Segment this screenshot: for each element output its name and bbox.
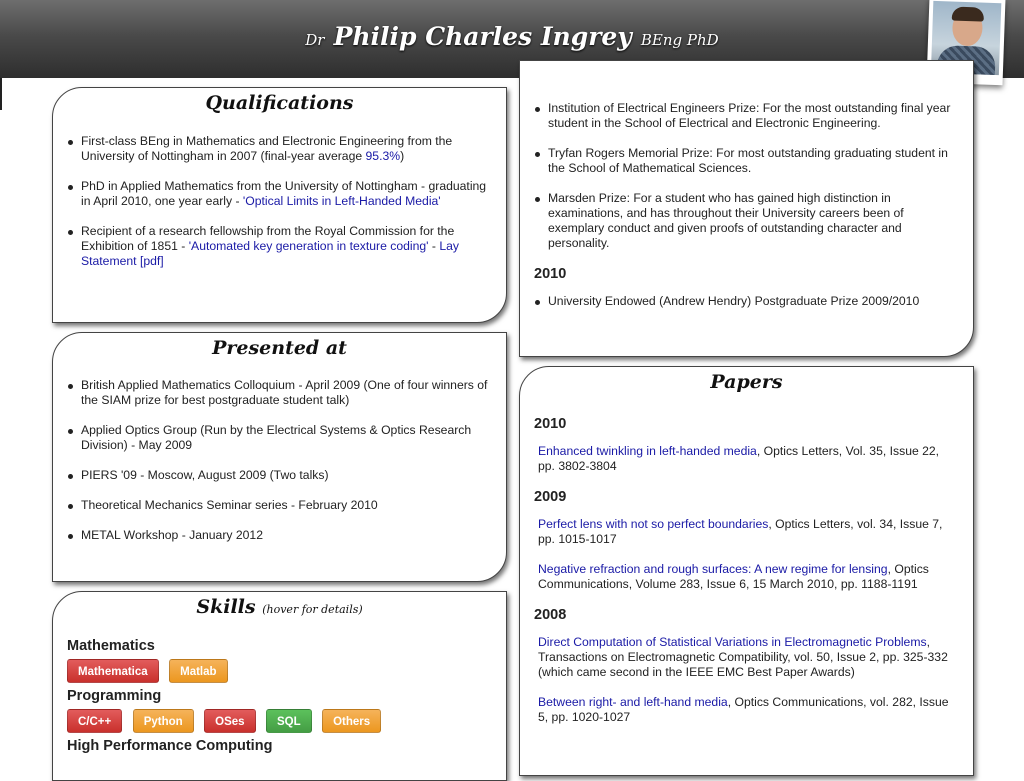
left-edge-strip [0,78,2,110]
skill-badge-sql[interactable]: SQL [266,709,312,733]
papers-card: Papers 2010 Enhanced twinkling in left-h… [519,366,974,776]
average-link[interactable]: 95.3% [366,149,401,163]
fellowship-link[interactable]: 'Automated key generation in texture cod… [189,239,429,253]
list-item: PIERS '09 - Moscow, August 2009 (Two tal… [67,468,492,483]
list-item: British Applied Mathematics Colloquium -… [67,378,492,408]
papers-title: Papers [710,371,783,393]
title-suffix: BEng PhD [640,31,719,49]
list-item: Recipient of a research fellowship from … [67,224,492,269]
skills-card: Skills (hover for details) Mathematics M… [52,591,507,781]
list-item: Applied Optics Group (Run by the Electri… [67,423,492,453]
paper-entry: Perfect lens with not so perfect boundar… [538,517,943,546]
skill-badge-matlab[interactable]: Matlab [169,659,228,683]
skill-category: Programming [67,688,162,704]
skill-badges: C/C++ Python OSes SQL Others [67,709,492,733]
list-item: Institution of Electrical Engineers Priz… [534,101,959,131]
paper-link[interactable]: Negative refraction and rough surfaces: … [538,562,888,576]
qualifications-card: Qualifications First-class BEng in Mathe… [52,87,507,323]
paper-entry: Negative refraction and rough surfaces: … [538,562,929,591]
prizes-card: Institution of Electrical Engineers Priz… [519,60,974,357]
title-name: Philip Charles Ingrey [333,22,632,51]
list-item: First-class BEng in Mathematics and Elec… [67,134,492,164]
skill-badges: Mathematica Matlab [67,659,492,683]
title-prefix: Dr [305,31,325,49]
prize-year: 2010 [534,266,567,282]
paper-year: 2008 [534,607,567,623]
paper-link[interactable]: Between right- and left-hand media [538,695,728,709]
list-item: University Endowed (Andrew Hendry) Postg… [534,294,959,309]
paper-year: 2009 [534,489,567,505]
skill-badge-cpp[interactable]: C/C++ [67,709,123,733]
skill-badge-others[interactable]: Others [322,709,382,733]
presented-title: Presented at [212,337,347,359]
paper-entry: Direct Computation of Statistical Variat… [538,635,948,679]
paper-link[interactable]: Enhanced twinkling in left-handed media [538,444,757,458]
skill-badge-mathematica[interactable]: Mathematica [67,659,159,683]
page-title: Dr Philip Charles Ingrey BEng PhD [0,22,1024,51]
list-item: METAL Workshop - January 2012 [67,528,492,543]
skill-category: High Performance Computing [67,738,273,754]
list-item: Marsden Prize: For a student who has gai… [534,191,959,251]
list-item: Tryfan Rogers Memorial Prize: For most o… [534,146,959,176]
skill-badge-oses[interactable]: OSes [204,709,256,733]
list-item: Theoretical Mechanics Seminar series - F… [67,498,492,513]
paper-year: 2010 [534,416,567,432]
thesis-link[interactable]: 'Optical Limits in Left-Handed Media' [243,194,441,208]
skill-badge-python[interactable]: Python [132,709,194,733]
paper-entry: Between right- and left-hand media, Opti… [538,695,949,724]
qualifications-title: Qualifications [205,92,354,114]
paper-link[interactable]: Perfect lens with not so perfect boundar… [538,517,768,531]
skills-title: Skills (hover for details) [196,596,363,618]
list-item: PhD in Applied Mathematics from the Univ… [67,179,492,209]
skills-subtitle: (hover for details) [262,603,363,616]
paper-link[interactable]: Direct Computation of Statistical Variat… [538,635,927,649]
paper-entry: Enhanced twinkling in left-handed media,… [538,444,940,473]
skill-category: Mathematics [67,638,155,654]
presented-card: Presented at British Applied Mathematics… [52,332,507,582]
